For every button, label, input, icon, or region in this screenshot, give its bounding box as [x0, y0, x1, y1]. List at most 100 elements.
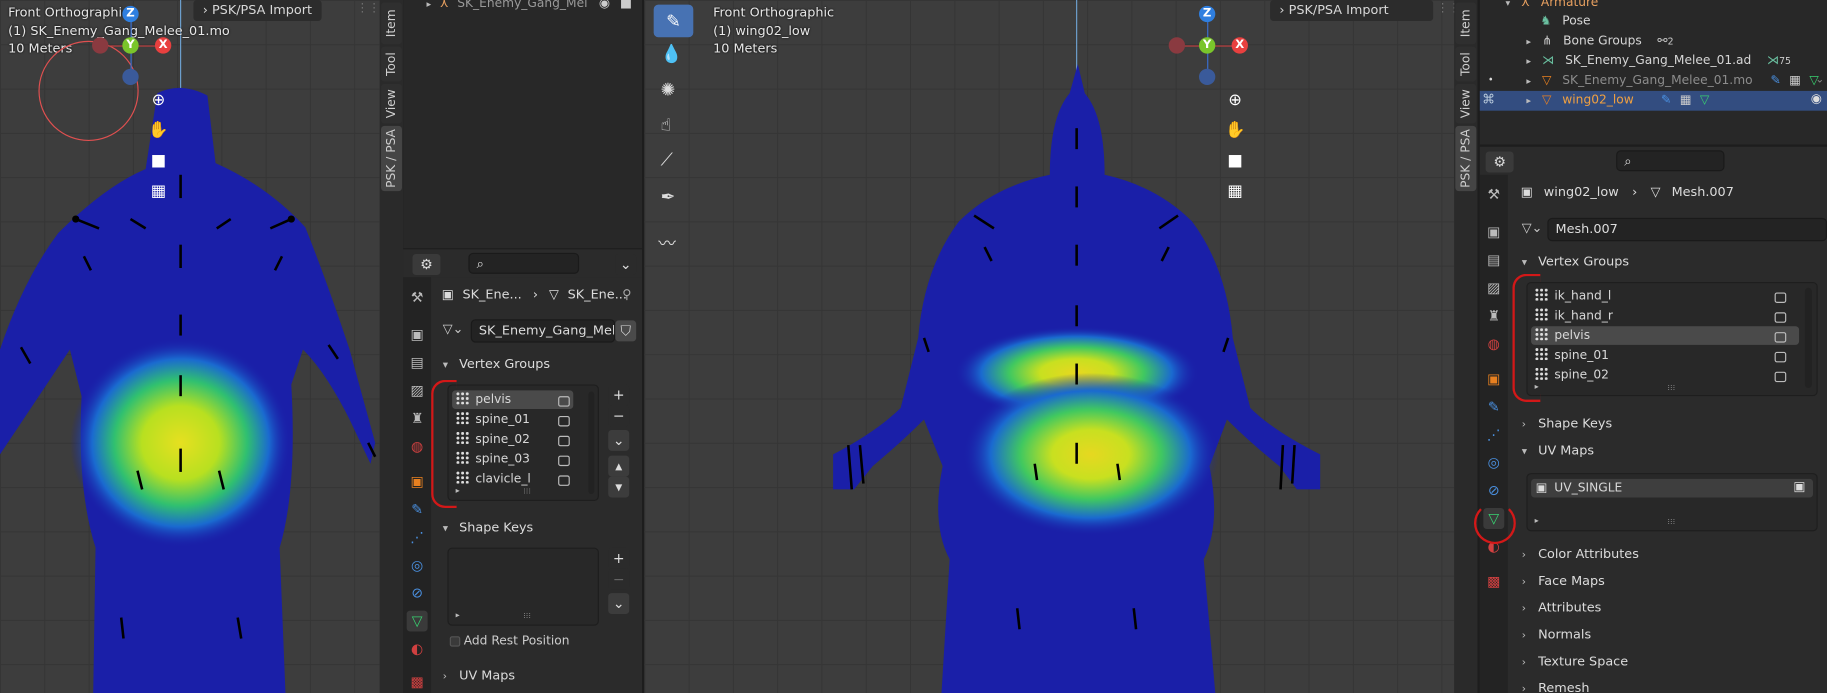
shape-key-specials-dropdown[interactable]: ⌄ — [608, 593, 630, 615]
material-icon[interactable]: ◐ — [407, 639, 428, 660]
left-psk-import-button[interactable]: › PSK/PSA Import — [193, 0, 322, 21]
output-icon[interactable]: ▤ — [1483, 249, 1504, 270]
outliner[interactable]: • ⌘ ▾ ⋏ Armature ♞ Pose ▸ ⋔ Bone Groups … — [1479, 0, 1827, 145]
outliner-row[interactable]: ▸ ⋏ SK_Enemy_Gang_Mel — [426, 0, 587, 14]
texture-icon[interactable]: ▩ — [407, 671, 428, 692]
specials-dropdown[interactable]: ⌄ — [608, 429, 630, 451]
object-icon[interactable]: ▣ — [407, 471, 428, 492]
tab-tool[interactable]: Tool — [1455, 46, 1477, 82]
move-up-button[interactable]: ▴ — [608, 455, 630, 477]
outliner-row-wing02-low[interactable]: ▸ ▽ wing02_low ✎ ▦ ▽ — [1526, 91, 1709, 111]
outliner-row-pose[interactable]: ♞ Pose — [1540, 12, 1590, 32]
resize-grip-icon[interactable]: ⁝⁝⁝ — [1667, 383, 1675, 392]
tab-item[interactable]: Item — [1455, 2, 1477, 45]
uv-maps-list[interactable]: ▣ UV_SINGLE ▣ ▸ ⁝⁝⁝ — [1526, 473, 1818, 532]
list-item[interactable]: spine_02 — [1531, 366, 1799, 385]
smear-tool-icon[interactable]: ☝ — [661, 114, 672, 135]
camera-icon[interactable]: ■ — [148, 150, 169, 171]
list-item[interactable]: pelvis — [1531, 326, 1800, 345]
lock-icon[interactable] — [558, 396, 570, 407]
eye-icon[interactable]: ◉ — [599, 0, 610, 10]
left-3d-viewport[interactable]: Front Orthographic (1) SK_Enemy_Gang_Mel… — [0, 0, 380, 693]
resize-grip-icon[interactable]: ⁝⁝⁝ — [1667, 517, 1675, 526]
scene-icon[interactable]: ♜ — [1483, 305, 1504, 326]
particles-icon[interactable]: ⋰ — [407, 527, 428, 548]
tool-icon[interactable]: ⚒ — [1483, 184, 1504, 205]
lock-icon[interactable] — [558, 455, 570, 467]
pin-icon[interactable]: ⚲ — [622, 287, 631, 302]
drag-handle-icon[interactable]: ⋮⋮ — [357, 2, 380, 15]
output-icon[interactable]: ▤ — [407, 352, 428, 373]
list-item[interactable]: spine_02 — [452, 430, 573, 449]
editor-type-icon[interactable]: ⚙ — [1485, 151, 1514, 173]
remesh-header[interactable]: › Remesh — [1522, 676, 1590, 693]
constraints-icon[interactable]: ⊘ — [407, 583, 428, 604]
active-render-camera-icon[interactable]: ▣ — [1793, 479, 1805, 494]
view-layer-icon[interactable]: ▨ — [407, 380, 428, 401]
list-item[interactable]: spine_01 — [452, 410, 573, 429]
center-nav-gizmo[interactable]: Z Y X — [1165, 2, 1258, 95]
vertex-groups-header[interactable]: ▾ Vertex Groups — [443, 352, 550, 376]
ortho-grid-icon[interactable]: ▦ — [1225, 181, 1246, 202]
fake-user-shield-icon[interactable]: ⛉ — [615, 320, 637, 342]
sample-weight-tool-icon[interactable]: ✒ — [661, 186, 676, 207]
tab-psk-psa[interactable]: PSK / PSA — [381, 125, 402, 192]
scene-icon[interactable]: ♜ — [407, 408, 428, 429]
modifier-wrench-icon[interactable]: ✎ — [407, 499, 428, 520]
physics-icon[interactable]: ◎ — [1483, 452, 1504, 473]
center-psk-import-button[interactable]: › PSK/PSA Import — [1270, 0, 1434, 21]
remove-vertex-group-button[interactable]: − — [608, 405, 630, 427]
vertex-group-list[interactable]: pelvis spine_01 spine_02 spine_03 clavic… — [447, 384, 599, 502]
tab-psk-psa[interactable]: PSK / PSA — [1455, 125, 1477, 192]
mesh-name-field[interactable]: SK_Enemy_Gang_Melee_... — [470, 319, 616, 343]
scrollbar[interactable] — [1804, 287, 1812, 389]
left-outliner[interactable]: ▸ ⋏ SK_Enemy_Gang_Mel ◉ ■ — [403, 0, 643, 249]
gizmo-z-axis[interactable]: Z — [122, 5, 139, 23]
lock-icon[interactable] — [1774, 332, 1787, 343]
options-dropdown[interactable]: ⌄ — [615, 254, 637, 275]
add-shape-key-button[interactable]: + — [608, 547, 630, 569]
gradient-tool-icon[interactable]: ⟋ — [661, 149, 673, 170]
texture-space-header[interactable]: › Texture Space — [1522, 649, 1628, 673]
vertex-groups-header[interactable]: ▾ Vertex Groups — [1522, 249, 1629, 273]
constraints-icon[interactable]: ⊘ — [1483, 480, 1504, 501]
normals-header[interactable]: › Normals — [1522, 622, 1591, 646]
physics-icon[interactable]: ◎ — [407, 555, 428, 576]
search-input[interactable]: ⌕ — [468, 252, 580, 274]
shape-keys-list[interactable]: ▸ ⁝⁝⁝ — [447, 547, 599, 626]
camera-icon[interactable]: ■ — [620, 0, 632, 10]
vertex-group-list[interactable]: ik_hand_l ik_hand_r pelvis spine_01 spin… — [1526, 281, 1818, 397]
gizmo-neg-x-axis[interactable] — [92, 37, 109, 54]
left-nav-gizmo[interactable]: Z Y X — [89, 2, 182, 95]
list-item[interactable]: spine_01 — [1531, 346, 1799, 365]
list-item[interactable]: pelvis — [452, 390, 574, 409]
lock-icon[interactable] — [558, 415, 570, 427]
lock-icon[interactable] — [558, 435, 570, 447]
gizmo-z-axis[interactable]: Z — [1198, 5, 1216, 23]
tab-tool[interactable]: Tool — [381, 46, 402, 82]
pan-hand-icon[interactable]: ✋ — [148, 120, 169, 141]
face-maps-header[interactable]: › Face Maps — [1522, 569, 1605, 593]
list-item[interactable]: ik_hand_r — [1531, 306, 1799, 325]
annotate-tool-icon[interactable]: 〰 — [658, 231, 675, 255]
lock-icon[interactable] — [558, 475, 570, 486]
gizmo-neg-z-axis[interactable] — [1198, 68, 1216, 86]
object-icon[interactable]: ▣ — [1483, 368, 1504, 389]
camera-icon[interactable]: ■ — [1225, 150, 1246, 171]
view-layer-icon[interactable]: ▨ — [1483, 277, 1504, 298]
uv-maps-header[interactable]: ▾ UV Maps — [1522, 438, 1594, 462]
list-item[interactable]: clavicle_l — [452, 470, 573, 489]
world-icon[interactable]: ◍ — [407, 436, 428, 457]
gizmo-y-axis[interactable]: Y — [122, 37, 139, 54]
outliner-row-bone-groups[interactable]: ▸ ⋔ Bone Groups ⚯2 — [1526, 31, 1673, 51]
tab-view[interactable]: View — [381, 83, 402, 124]
mesh-datablock-icon[interactable]: ▽⌄ — [443, 322, 464, 337]
remove-shape-key-button[interactable]: − — [608, 568, 630, 590]
resize-grip-icon[interactable]: ⁝⁝⁝ — [523, 487, 531, 496]
expand-triangle-icon[interactable]: ▸ — [1535, 516, 1539, 525]
ortho-grid-icon[interactable]: ▦ — [148, 181, 169, 202]
zoom-icon[interactable]: ⊕ — [1225, 90, 1246, 111]
resize-grip-icon[interactable]: ⁝⁝⁝ — [523, 612, 531, 621]
outliner-row-mesh[interactable]: ▸ ▽ SK_Enemy_Gang_Melee_01.mo ✎ ▦ ▽ — [1526, 71, 1818, 91]
blur-tool-icon[interactable]: 💧 — [661, 43, 683, 64]
